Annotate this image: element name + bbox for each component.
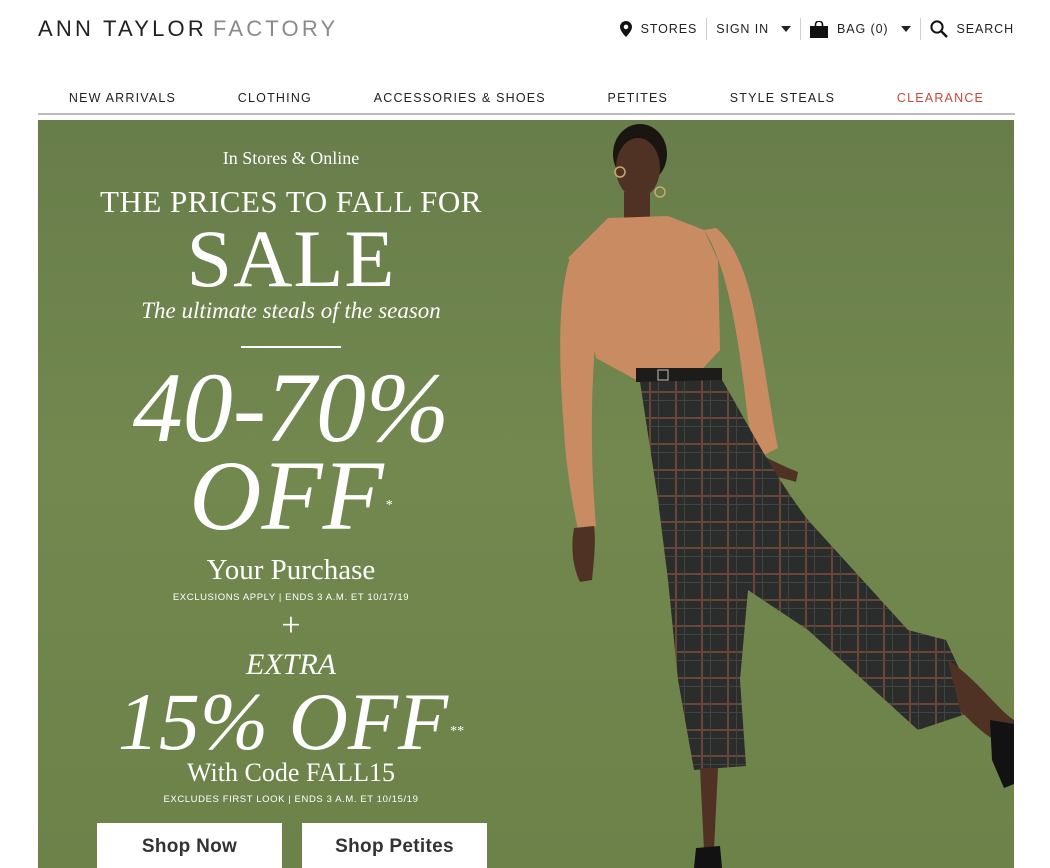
shop-now-button[interactable]: Shop Now [97, 823, 282, 868]
logo-secondary: FACTORY [212, 16, 339, 41]
sign-in-label: SIGN IN [716, 22, 770, 36]
extra-discount-text: 15% OFF [117, 676, 449, 767]
fine-print-2: EXCLUDES FIRST LOOK | ENDS 3 A.M. ET 10/… [163, 794, 419, 805]
promo-sale-title: SALE [186, 213, 396, 304]
chevron-down-icon [781, 26, 792, 32]
nav-item-clearance[interactable]: CLEARANCE [891, 91, 990, 105]
brand-logo[interactable]: ANN TAYLOR FACTORY [38, 16, 338, 42]
stores-label: STORES [640, 22, 698, 36]
model-photo [560, 124, 1014, 868]
nav-item-petites[interactable]: PETITES [602, 91, 675, 105]
plus-sign: + [281, 607, 301, 644]
extra-footnote-marker: ** [450, 724, 465, 739]
nav-item-clothing[interactable]: CLOTHING [232, 91, 318, 105]
fine-print-1: EXCLUSIONS APPLY | ENDS 3 A.M. ET 10/17/… [172, 592, 410, 603]
discount-footnote-marker: * [385, 498, 393, 513]
sign-in-dropdown[interactable]: SIGN IN [707, 22, 800, 36]
promo-tagline: The ultimate steals of the season [141, 298, 441, 323]
search-icon [929, 20, 948, 38]
shopping-bag-icon [810, 20, 829, 38]
divider [241, 346, 341, 348]
shop-petites-button[interactable]: Shop Petites [302, 823, 487, 868]
search-label: SEARCH [956, 22, 1014, 36]
chevron-down-icon [900, 26, 911, 32]
extra-discount: 15% OFF ** [38, 678, 544, 766]
nav-item-accessories-shoes[interactable]: ACCESSORIES & SHOES [368, 91, 552, 105]
discount-off: OFF * [38, 446, 544, 546]
utility-nav: STORES SIGN IN BAG (0) SEARCH [611, 18, 1014, 40]
search-button[interactable]: SEARCH [921, 20, 1015, 38]
your-purchase-text: Your Purchase [206, 554, 376, 586]
discount-off-text: OFF [189, 440, 384, 551]
promo-eyebrow: In Stores & Online [222, 148, 360, 168]
logo-primary: ANN TAYLOR [38, 16, 207, 41]
hero-banner[interactable]: In Stores & Online THE PRICES TO FALL FO… [38, 120, 1014, 868]
stores-link[interactable]: STORES [611, 21, 707, 37]
bag-dropdown[interactable]: BAG (0) [801, 20, 919, 38]
bag-label: BAG (0) [837, 22, 889, 36]
map-pin-icon [619, 21, 632, 37]
nav-item-style-steals[interactable]: STYLE STEALS [724, 91, 841, 105]
nav-item-new-arrivals[interactable]: NEW ARRIVALS [63, 91, 182, 105]
main-nav: NEW ARRIVALS CLOTHING ACCESSORIES & SHOE… [38, 83, 1015, 115]
promo-code-text: With Code FALL15 [187, 758, 395, 787]
